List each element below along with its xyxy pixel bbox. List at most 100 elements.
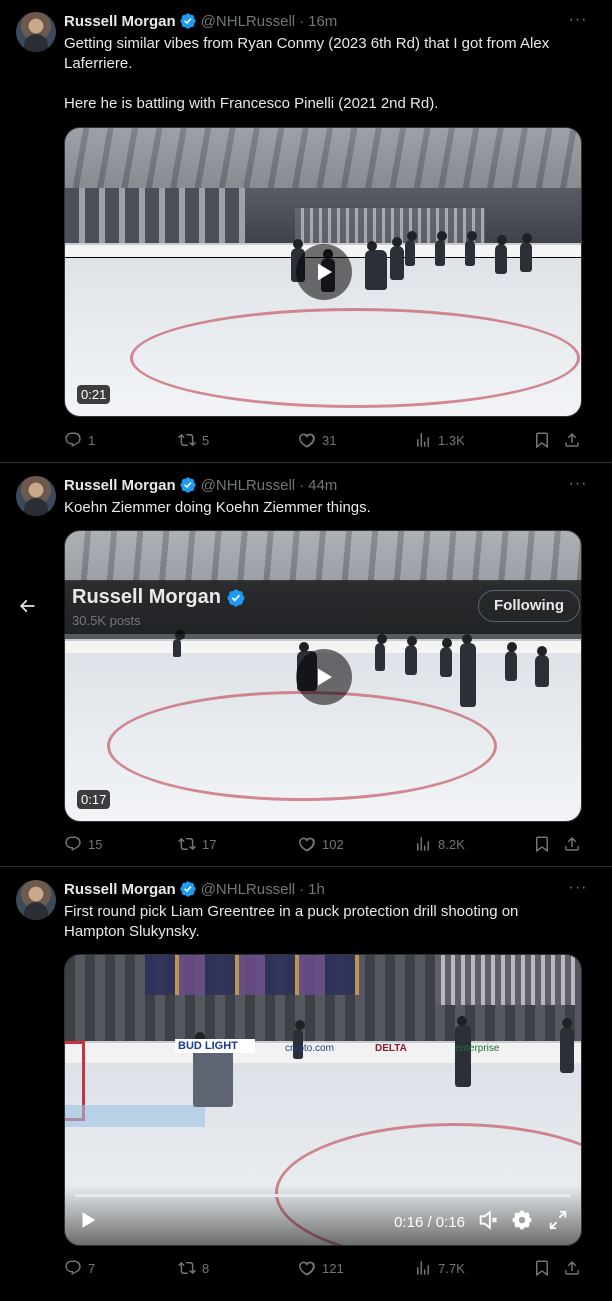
- avatar[interactable]: [16, 880, 56, 920]
- tweet-2[interactable]: Russell Morgan @NHLRussell · 44m ··· Koe…: [0, 464, 612, 867]
- author-handle[interactable]: @NHLRussell: [201, 477, 295, 494]
- play-button[interactable]: [296, 649, 352, 705]
- text-line: Hampton Slukynsky.: [64, 923, 200, 940]
- bookmark-icon: [536, 432, 548, 449]
- like-button[interactable]: 121: [298, 1258, 344, 1278]
- reply-icon: [65, 1260, 81, 1276]
- more-options-icon[interactable]: ···: [568, 12, 588, 34]
- more-options-icon[interactable]: ···: [568, 880, 588, 902]
- player-time: 0:16 / 0:16: [394, 1214, 465, 1231]
- tweet-text: Getting similar vibes from Ryan Conmy (2…: [64, 34, 584, 114]
- reply-button[interactable]: 15: [64, 834, 102, 854]
- repost-button[interactable]: 5: [178, 430, 209, 450]
- text-line: Laferriere.: [64, 55, 133, 72]
- views-button[interactable]: 1.3K: [414, 430, 465, 450]
- views-button[interactable]: 8.2K: [414, 834, 465, 854]
- tweet-actions: 7 8 121 7.7K: [64, 1258, 584, 1278]
- separator: ·: [299, 880, 305, 898]
- repost-button[interactable]: 17: [178, 834, 216, 854]
- play-icon[interactable]: [77, 1209, 99, 1231]
- repost-icon: [178, 837, 196, 851]
- share-button[interactable]: [563, 1258, 581, 1278]
- text-line: First round pick Liam Greentree in a puc…: [64, 903, 519, 920]
- analytics-icon: [417, 433, 429, 447]
- share-icon: [565, 432, 579, 447]
- like-count: 102: [322, 836, 344, 852]
- bookmark-icon: [536, 1260, 548, 1277]
- author-handle[interactable]: @NHLRussell: [201, 13, 295, 30]
- views-button[interactable]: 7.7K: [414, 1258, 465, 1278]
- author-name[interactable]: Russell Morgan: [64, 477, 176, 494]
- play-icon: [318, 668, 332, 686]
- share-button[interactable]: [563, 834, 581, 854]
- heart-icon: [299, 837, 315, 852]
- bookmark-button[interactable]: [533, 834, 551, 854]
- video-controls: 0:16 / 0:16: [65, 1185, 581, 1245]
- reply-button[interactable]: 7: [64, 1258, 95, 1278]
- following-button[interactable]: Following: [478, 590, 580, 622]
- profile-name: Russell Morgan: [72, 586, 250, 609]
- bookmark-button[interactable]: [533, 430, 551, 450]
- verified-badge-icon: [227, 588, 245, 607]
- heart-icon: [299, 433, 315, 448]
- text-line: [64, 74, 584, 94]
- progress-bar[interactable]: [75, 1194, 571, 1197]
- text-line: Here he is battling with Francesco Pinel…: [64, 95, 439, 112]
- like-count: 31: [322, 432, 337, 448]
- separator: ·: [299, 12, 305, 30]
- tweet-text: First round pick Liam Greentree in a puc…: [64, 902, 584, 942]
- more-options-icon[interactable]: ···: [568, 476, 588, 498]
- play-button[interactable]: [296, 244, 352, 300]
- reply-count: 1: [88, 432, 96, 448]
- analytics-icon: [417, 1261, 429, 1275]
- avatar[interactable]: [16, 476, 56, 516]
- board-ad: enterprise: [455, 1043, 500, 1054]
- repost-button[interactable]: 8: [178, 1258, 209, 1278]
- analytics-icon: [417, 837, 429, 851]
- play-icon: [318, 263, 332, 281]
- timestamp[interactable]: 16m: [308, 13, 337, 30]
- profile-header-overlay: Russell Morgan 30.5K posts Following: [64, 580, 582, 634]
- share-button[interactable]: [563, 430, 581, 450]
- profile-post-count: 30.5K posts: [72, 613, 141, 628]
- author-name[interactable]: Russell Morgan: [64, 881, 176, 898]
- timestamp[interactable]: 1h: [308, 881, 325, 898]
- tweet-actions: 15 17 102 8.2K: [64, 834, 584, 854]
- tweet-1[interactable]: Russell Morgan @NHLRussell · 16m ··· Get…: [0, 0, 612, 463]
- video-player[interactable]: BUD LIGHT crypto.com DELTA enterprise 0:…: [64, 954, 582, 1246]
- heart-icon: [299, 1261, 315, 1276]
- share-icon: [565, 836, 579, 851]
- settings-gear-icon[interactable]: [511, 1209, 533, 1231]
- reply-button[interactable]: 1: [64, 430, 95, 450]
- tweet-header: Russell Morgan @NHLRussell · 44m: [64, 475, 337, 495]
- volume-icon[interactable]: [477, 1209, 499, 1231]
- tweet-header: Russell Morgan @NHLRussell · 16m: [64, 11, 337, 31]
- video-player[interactable]: 0:21: [64, 127, 582, 417]
- video-duration: 0:17: [77, 790, 111, 809]
- tweet-header: Russell Morgan @NHLRussell · 1h: [64, 879, 325, 899]
- like-count: 121: [322, 1260, 344, 1276]
- repost-icon: [178, 433, 196, 447]
- separator: ·: [299, 476, 305, 494]
- back-arrow-icon[interactable]: [16, 596, 38, 616]
- tweet-3[interactable]: Russell Morgan @NHLRussell · 1h ··· Firs…: [0, 868, 612, 1301]
- bookmark-button[interactable]: [533, 1258, 551, 1278]
- verified-badge-icon: [180, 881, 196, 897]
- video-duration: 0:21: [77, 385, 111, 404]
- like-button[interactable]: 102: [298, 834, 344, 854]
- avatar[interactable]: [16, 12, 56, 52]
- share-icon: [565, 1260, 579, 1275]
- repost-count: 17: [202, 836, 217, 852]
- repost-count: 5: [202, 432, 210, 448]
- tweet-actions: 1 5 31 1.3K: [64, 430, 584, 450]
- view-count: 8.2K: [438, 836, 465, 852]
- video-player[interactable]: 0:17: [64, 530, 582, 822]
- like-button[interactable]: 31: [298, 430, 336, 450]
- text-line: Koehn Ziemmer doing Koehn Ziemmer things…: [64, 499, 371, 516]
- verified-badge-icon: [180, 13, 196, 29]
- author-handle[interactable]: @NHLRussell: [201, 881, 295, 898]
- board-ad: DELTA: [375, 1043, 407, 1054]
- author-name[interactable]: Russell Morgan: [64, 13, 176, 30]
- timestamp[interactable]: 44m: [308, 477, 337, 494]
- fullscreen-icon[interactable]: [547, 1209, 569, 1231]
